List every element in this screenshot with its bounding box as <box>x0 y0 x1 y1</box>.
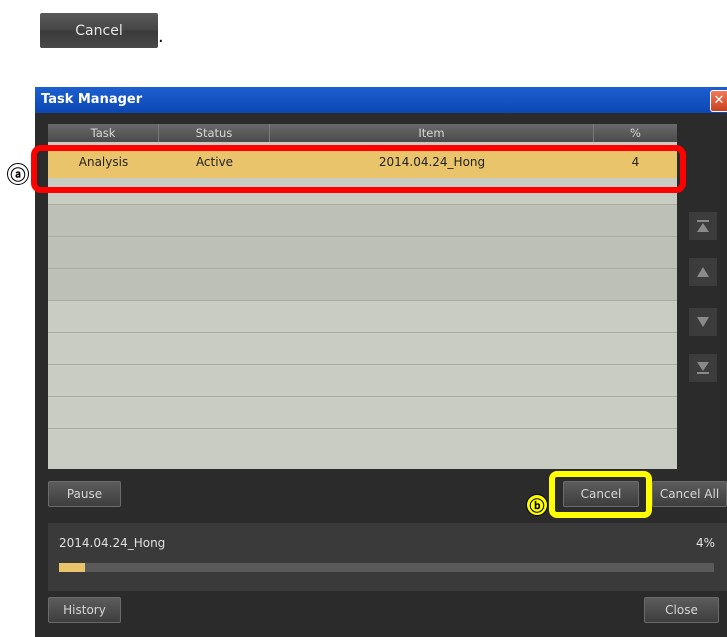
empty-row <box>48 205 677 237</box>
pause-button[interactable]: Pause <box>48 481 121 507</box>
window-title: Task Manager <box>41 92 143 107</box>
annotation-b-highlight <box>549 471 652 518</box>
empty-row <box>48 333 677 365</box>
close-window-icon[interactable]: ✕ <box>710 90 727 112</box>
empty-row <box>48 365 677 397</box>
close-button[interactable]: Close <box>644 597 719 623</box>
standalone-cancel-button[interactable]: Cancel <box>40 13 158 48</box>
empty-row <box>48 301 677 333</box>
progress-bar-fill <box>59 563 86 572</box>
period-text: . <box>158 26 164 47</box>
cancel-all-button[interactable]: Cancel All <box>652 481 727 507</box>
scroll-bottom-icon[interactable] <box>689 354 717 382</box>
history-button[interactable]: History <box>48 597 121 623</box>
header-percent[interactable]: % <box>594 124 677 142</box>
scroll-down-icon[interactable] <box>689 308 717 336</box>
empty-row <box>48 237 677 269</box>
scroll-up-icon[interactable] <box>689 258 717 286</box>
progress-panel: 2014.04.24_Hong 4% <box>48 523 727 591</box>
empty-row <box>48 269 677 301</box>
window-titlebar: Task Manager <box>35 87 727 113</box>
header-item[interactable]: Item <box>270 124 594 142</box>
progress-item-name: 2014.04.24_Hong <box>59 536 166 550</box>
scroll-top-icon[interactable] <box>689 212 717 240</box>
table-header: Task Status Item % <box>48 124 677 142</box>
annotation-a-badge: ⓐ <box>7 163 29 185</box>
empty-row <box>48 429 677 461</box>
annotation-b-badge: ⓑ <box>526 494 548 516</box>
empty-row <box>48 397 677 429</box>
header-status[interactable]: Status <box>159 124 270 142</box>
header-task[interactable]: Task <box>48 124 159 142</box>
annotation-a-highlight <box>31 145 686 193</box>
progress-percent: 4% <box>695 536 715 550</box>
progress-bar <box>59 563 714 572</box>
